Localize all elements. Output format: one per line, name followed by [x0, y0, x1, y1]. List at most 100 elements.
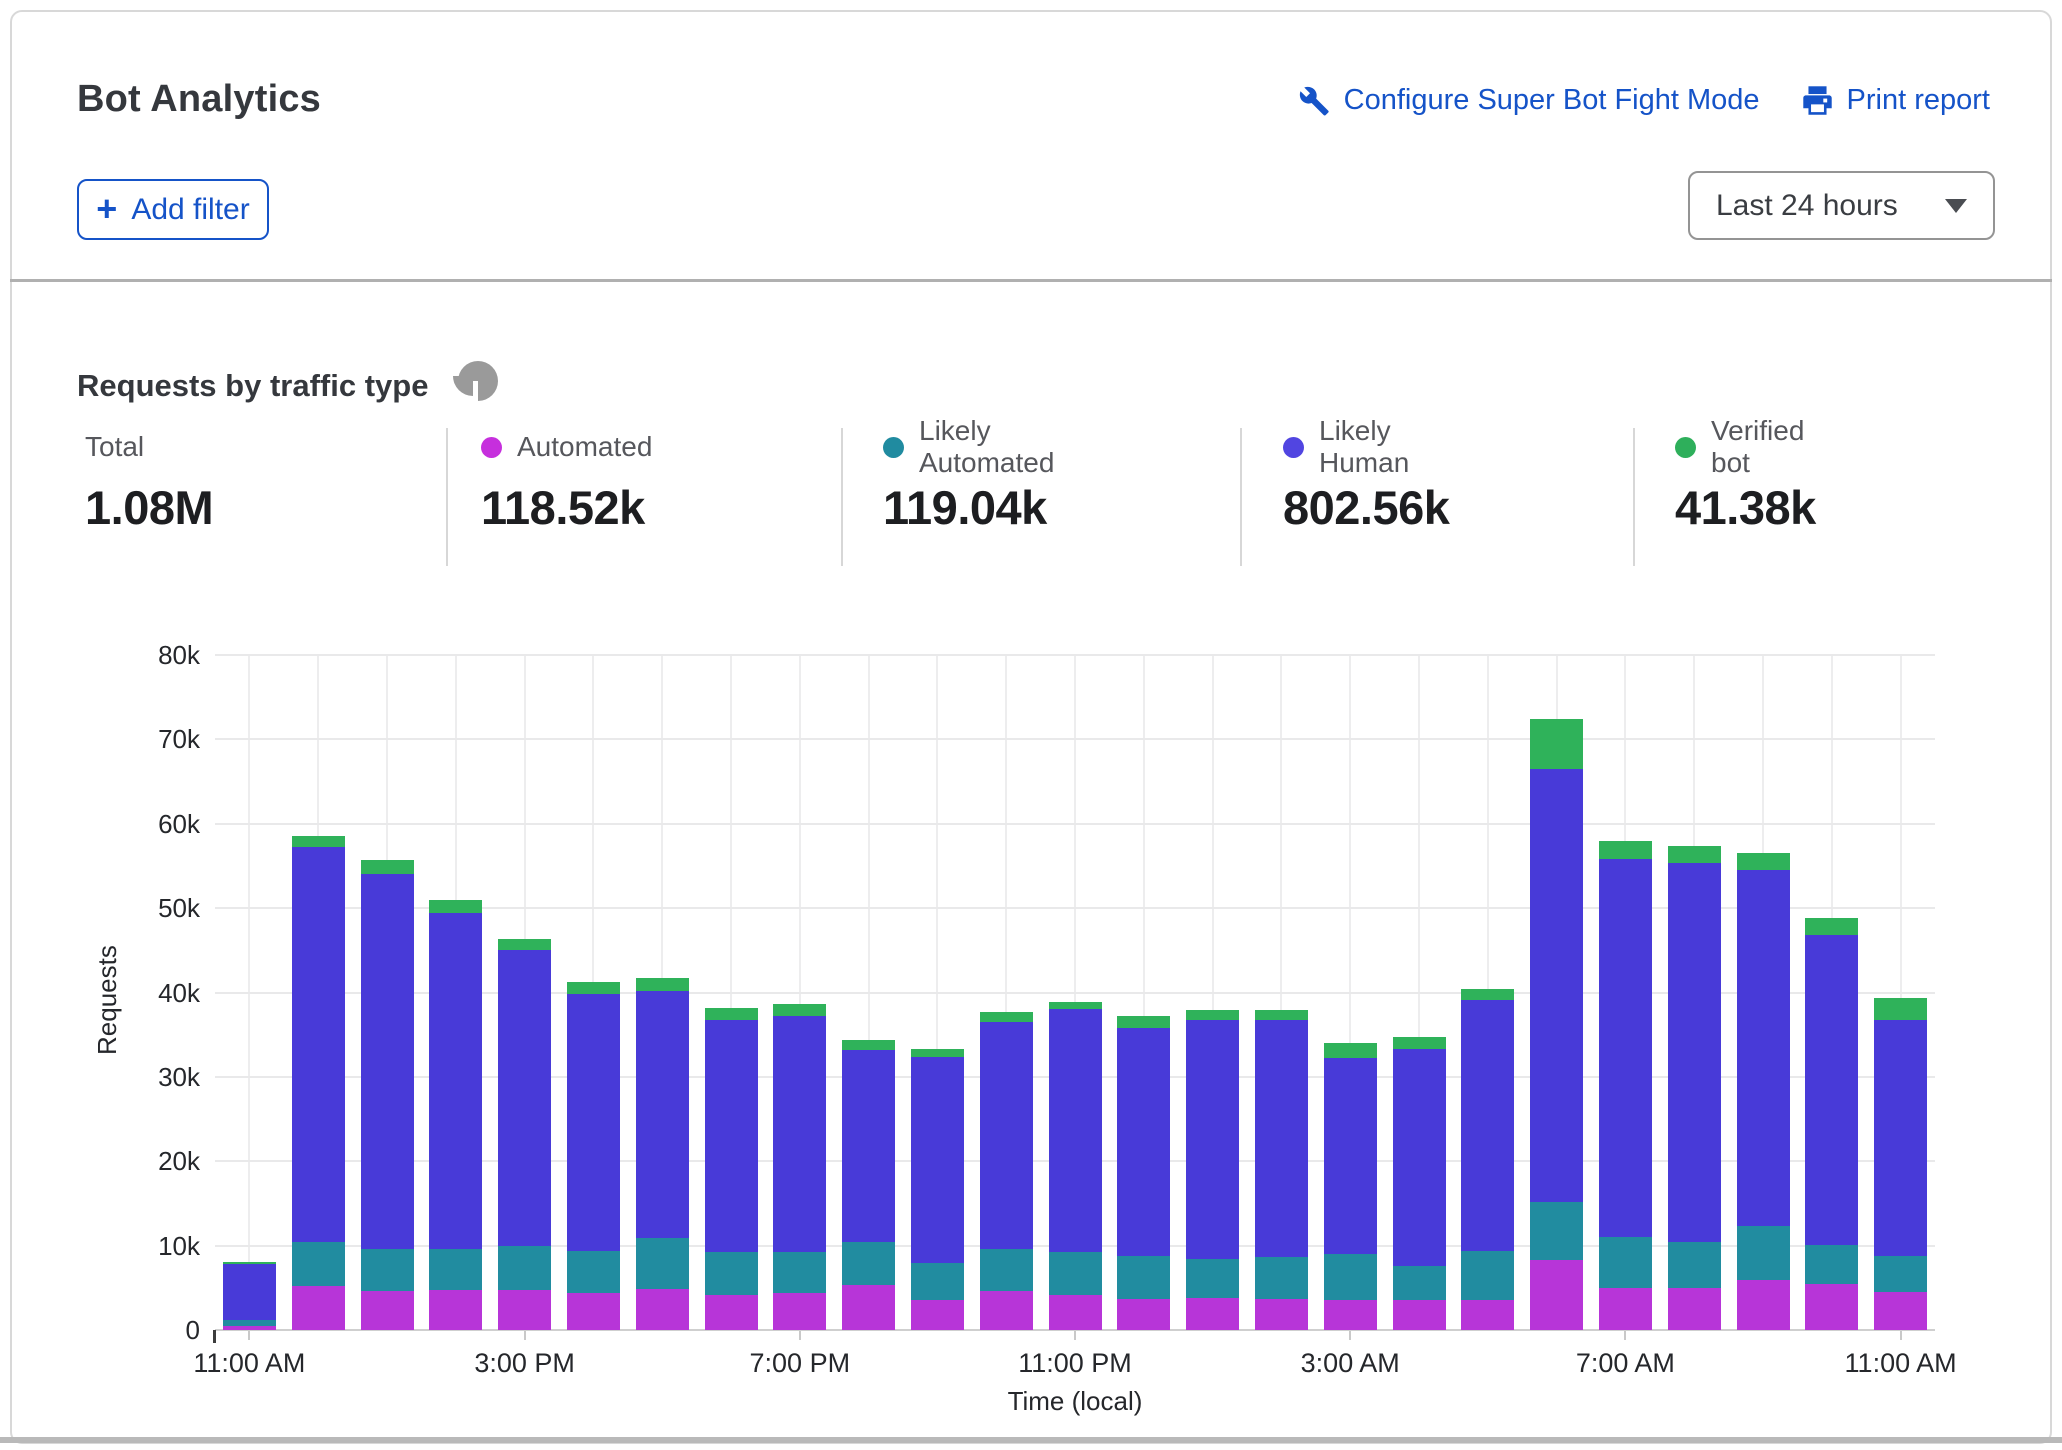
- bar-segment-likely-human[interactable]: [1324, 1058, 1377, 1254]
- bar-segment-likely-human[interactable]: [636, 991, 689, 1238]
- bar-segment-automated[interactable]: [1599, 1288, 1652, 1330]
- bar-segment-likely-automated[interactable]: [1599, 1237, 1652, 1288]
- time-range-select[interactable]: Last 24 hours: [1688, 171, 1995, 240]
- bar-segment-likely-automated[interactable]: [1805, 1245, 1858, 1284]
- bar-segment-likely-human[interactable]: [1530, 769, 1583, 1202]
- bar-segment-verified-bot[interactable]: [223, 1262, 276, 1265]
- bar-segment-verified-bot[interactable]: [1737, 853, 1790, 870]
- bar-segment-automated[interactable]: [498, 1290, 551, 1331]
- bar-segment-verified-bot[interactable]: [292, 836, 345, 847]
- bar-segment-automated[interactable]: [705, 1295, 758, 1330]
- bar-segment-likely-automated[interactable]: [429, 1249, 482, 1290]
- bar-segment-verified-bot[interactable]: [498, 939, 551, 951]
- bar-segment-likely-human[interactable]: [1186, 1020, 1239, 1259]
- bar-segment-likely-human[interactable]: [1805, 935, 1858, 1245]
- bar-segment-automated[interactable]: [773, 1293, 826, 1330]
- bar-segment-automated[interactable]: [567, 1293, 620, 1330]
- bar-segment-likely-human[interactable]: [1393, 1049, 1446, 1266]
- bar-segment-automated[interactable]: [1461, 1300, 1514, 1330]
- bar-segment-automated[interactable]: [1324, 1300, 1377, 1330]
- bar-segment-automated[interactable]: [292, 1286, 345, 1330]
- bar-segment-likely-human[interactable]: [361, 874, 414, 1249]
- bar-segment-automated[interactable]: [1737, 1280, 1790, 1330]
- bar-segment-automated[interactable]: [636, 1289, 689, 1330]
- bar-segment-verified-bot[interactable]: [1668, 846, 1721, 864]
- bar-segment-verified-bot[interactable]: [705, 1008, 758, 1020]
- bar-segment-likely-automated[interactable]: [705, 1252, 758, 1294]
- bar-segment-automated[interactable]: [1049, 1295, 1102, 1330]
- bar-segment-likely-human[interactable]: [1255, 1020, 1308, 1256]
- bar-segment-likely-automated[interactable]: [842, 1242, 895, 1285]
- bar-segment-likely-human[interactable]: [1049, 1009, 1102, 1251]
- bar-segment-likely-human[interactable]: [705, 1020, 758, 1253]
- bar-segment-verified-bot[interactable]: [429, 900, 482, 914]
- bar-segment-automated[interactable]: [223, 1326, 276, 1330]
- bar-segment-likely-human[interactable]: [567, 994, 620, 1251]
- bar-segment-verified-bot[interactable]: [980, 1012, 1033, 1022]
- bar-segment-likely-automated[interactable]: [498, 1246, 551, 1290]
- bar-segment-likely-automated[interactable]: [1324, 1254, 1377, 1300]
- bar-segment-verified-bot[interactable]: [1530, 719, 1583, 769]
- bar-segment-likely-human[interactable]: [773, 1016, 826, 1251]
- bar-segment-likely-automated[interactable]: [292, 1242, 345, 1286]
- bar-segment-likely-human[interactable]: [1668, 863, 1721, 1242]
- bar-segment-likely-human[interactable]: [1117, 1028, 1170, 1256]
- bar-segment-likely-automated[interactable]: [1393, 1266, 1446, 1300]
- bar-segment-likely-automated[interactable]: [1737, 1226, 1790, 1280]
- bar-segment-likely-automated[interactable]: [223, 1320, 276, 1326]
- bar-segment-likely-human[interactable]: [980, 1022, 1033, 1249]
- print-report-link[interactable]: Print report: [1802, 84, 1990, 117]
- bar-segment-automated[interactable]: [980, 1291, 1033, 1330]
- bar-segment-verified-bot[interactable]: [1874, 998, 1927, 1019]
- bar-segment-likely-automated[interactable]: [636, 1238, 689, 1289]
- bar-segment-likely-automated[interactable]: [1668, 1242, 1721, 1288]
- bar-segment-automated[interactable]: [1393, 1300, 1446, 1330]
- bar-segment-automated[interactable]: [911, 1300, 964, 1330]
- bar-segment-verified-bot[interactable]: [1117, 1016, 1170, 1028]
- bar-segment-automated[interactable]: [842, 1285, 895, 1330]
- bar-segment-likely-human[interactable]: [1737, 870, 1790, 1226]
- add-filter-button[interactable]: + Add filter: [77, 179, 269, 240]
- bar-segment-likely-human[interactable]: [1874, 1020, 1927, 1256]
- bar-segment-likely-human[interactable]: [223, 1264, 276, 1320]
- bar-segment-automated[interactable]: [1186, 1298, 1239, 1330]
- bar-segment-likely-automated[interactable]: [1461, 1251, 1514, 1300]
- bar-segment-verified-bot[interactable]: [911, 1049, 964, 1057]
- bar-segment-automated[interactable]: [361, 1291, 414, 1330]
- bar-segment-automated[interactable]: [1255, 1299, 1308, 1330]
- bar-segment-likely-automated[interactable]: [1874, 1256, 1927, 1292]
- bar-segment-likely-automated[interactable]: [1255, 1257, 1308, 1299]
- bar-segment-likely-automated[interactable]: [361, 1249, 414, 1291]
- bar-segment-likely-automated[interactable]: [567, 1251, 620, 1293]
- bar-segment-automated[interactable]: [1117, 1299, 1170, 1330]
- bar-segment-verified-bot[interactable]: [361, 860, 414, 874]
- bar-segment-verified-bot[interactable]: [773, 1004, 826, 1016]
- bar-segment-automated[interactable]: [429, 1290, 482, 1330]
- bar-segment-verified-bot[interactable]: [1461, 989, 1514, 1000]
- bar-segment-verified-bot[interactable]: [636, 978, 689, 991]
- bar-segment-likely-human[interactable]: [498, 950, 551, 1245]
- bar-segment-verified-bot[interactable]: [1049, 1002, 1102, 1010]
- bar-segment-verified-bot[interactable]: [1255, 1010, 1308, 1020]
- bar-segment-likely-human[interactable]: [1461, 1000, 1514, 1251]
- bar-segment-likely-automated[interactable]: [1117, 1256, 1170, 1299]
- bar-segment-likely-human[interactable]: [292, 847, 345, 1243]
- bar-segment-likely-automated[interactable]: [773, 1252, 826, 1293]
- bar-segment-likely-automated[interactable]: [911, 1263, 964, 1300]
- bar-segment-verified-bot[interactable]: [567, 982, 620, 995]
- bar-segment-likely-human[interactable]: [842, 1050, 895, 1242]
- bar-segment-verified-bot[interactable]: [842, 1040, 895, 1050]
- bar-segment-automated[interactable]: [1805, 1284, 1858, 1330]
- bar-segment-likely-automated[interactable]: [980, 1249, 1033, 1291]
- bar-segment-likely-automated[interactable]: [1530, 1202, 1583, 1260]
- bar-segment-verified-bot[interactable]: [1805, 918, 1858, 935]
- bar-segment-likely-human[interactable]: [911, 1057, 964, 1263]
- bar-segment-verified-bot[interactable]: [1599, 841, 1652, 859]
- bar-segment-verified-bot[interactable]: [1186, 1010, 1239, 1020]
- configure-super-bot-fight-mode-link[interactable]: Configure Super Bot Fight Mode: [1298, 84, 1760, 117]
- bar-segment-verified-bot[interactable]: [1324, 1043, 1377, 1058]
- bar-segment-automated[interactable]: [1530, 1260, 1583, 1330]
- bar-segment-likely-automated[interactable]: [1186, 1259, 1239, 1298]
- bar-segment-likely-automated[interactable]: [1049, 1252, 1102, 1296]
- bar-segment-automated[interactable]: [1874, 1292, 1927, 1330]
